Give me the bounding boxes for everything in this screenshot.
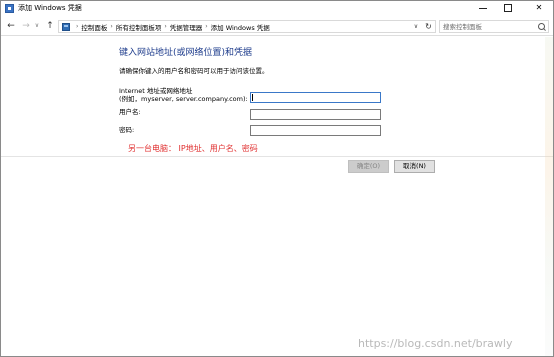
page-instructions: 请确保你键入的用户名和密码可以用于访问该位置。 [119,67,269,75]
breadcrumb-separator: › [110,23,113,30]
recent-locations-chevron-icon[interactable]: ∨ [33,20,41,32]
watermark: https://blog.csdn.net/brawly [358,337,513,350]
password-label: 密码: [119,126,135,134]
minimize-button[interactable] [473,1,493,15]
back-arrow-icon[interactable]: ← [6,20,16,32]
up-arrow-icon[interactable]: ↑ [45,20,55,32]
address-bar[interactable]: › 控制面板 › 所有控制面板项 › 凭据管理器 › 添加 Windows 凭据… [58,20,436,33]
close-button[interactable]: ✕ [529,1,549,15]
control-panel-icon [62,23,70,31]
breadcrumb-control-panel[interactable]: 控制面板 [81,22,107,32]
forward-arrow-icon[interactable]: → [21,20,31,32]
username-field[interactable] [250,109,381,120]
cancel-button[interactable]: 取消(N) [394,160,435,173]
navigation-bar: ← → ∨ ↑ › 控制面板 › 所有控制面板项 › 凭据管理器 › 添加 Wi… [1,17,553,36]
annotation-note: 另一台电脑： IP地址、用户名、密码 [128,144,258,153]
maximize-button[interactable] [498,1,518,15]
search-box[interactable] [439,20,549,33]
username-label: 用户名: [119,108,141,116]
window: 添加 Windows 凭据 ✕ ← → ∨ ↑ › 控制面板 › 所有控制面板项… [0,0,554,357]
background-edge [545,37,553,356]
maximize-icon [504,4,512,12]
minimize-icon [479,8,487,9]
password-field[interactable] [250,125,381,136]
window-title: 添加 Windows 凭据 [18,4,82,12]
breadcrumb-all-items[interactable]: 所有控制面板项 [116,22,162,32]
main-content: 键入网站地址(或网络位置)和凭据 请确保你键入的用户名和密码可以用于访问该位置。… [1,37,553,356]
title-bar: 添加 Windows 凭据 ✕ [1,1,553,17]
close-icon: ✕ [535,3,543,12]
address-label-example: (例如，myserver, server.company.com): [119,95,248,103]
ok-button[interactable]: 确定(O) [348,160,389,173]
divider [1,156,553,157]
breadcrumb-separator: › [205,23,208,30]
address-dropdown-icon[interactable]: ∨ [411,21,421,32]
refresh-icon[interactable]: ↻ [423,21,434,32]
breadcrumb-credential-manager[interactable]: 凭据管理器 [170,22,203,32]
search-input[interactable] [443,22,535,31]
search-icon[interactable] [538,23,545,30]
breadcrumb-separator: › [76,23,79,30]
address-field[interactable] [250,92,381,103]
credential-manager-icon [5,4,14,13]
text-caret [252,94,253,101]
breadcrumb-separator: › [164,23,167,30]
breadcrumb: › 控制面板 › 所有控制面板项 › 凭据管理器 › 添加 Windows 凭据 [73,21,270,32]
page-title: 键入网站地址(或网络位置)和凭据 [119,48,253,58]
breadcrumb-add-windows-credential[interactable]: 添加 Windows 凭据 [211,22,270,32]
